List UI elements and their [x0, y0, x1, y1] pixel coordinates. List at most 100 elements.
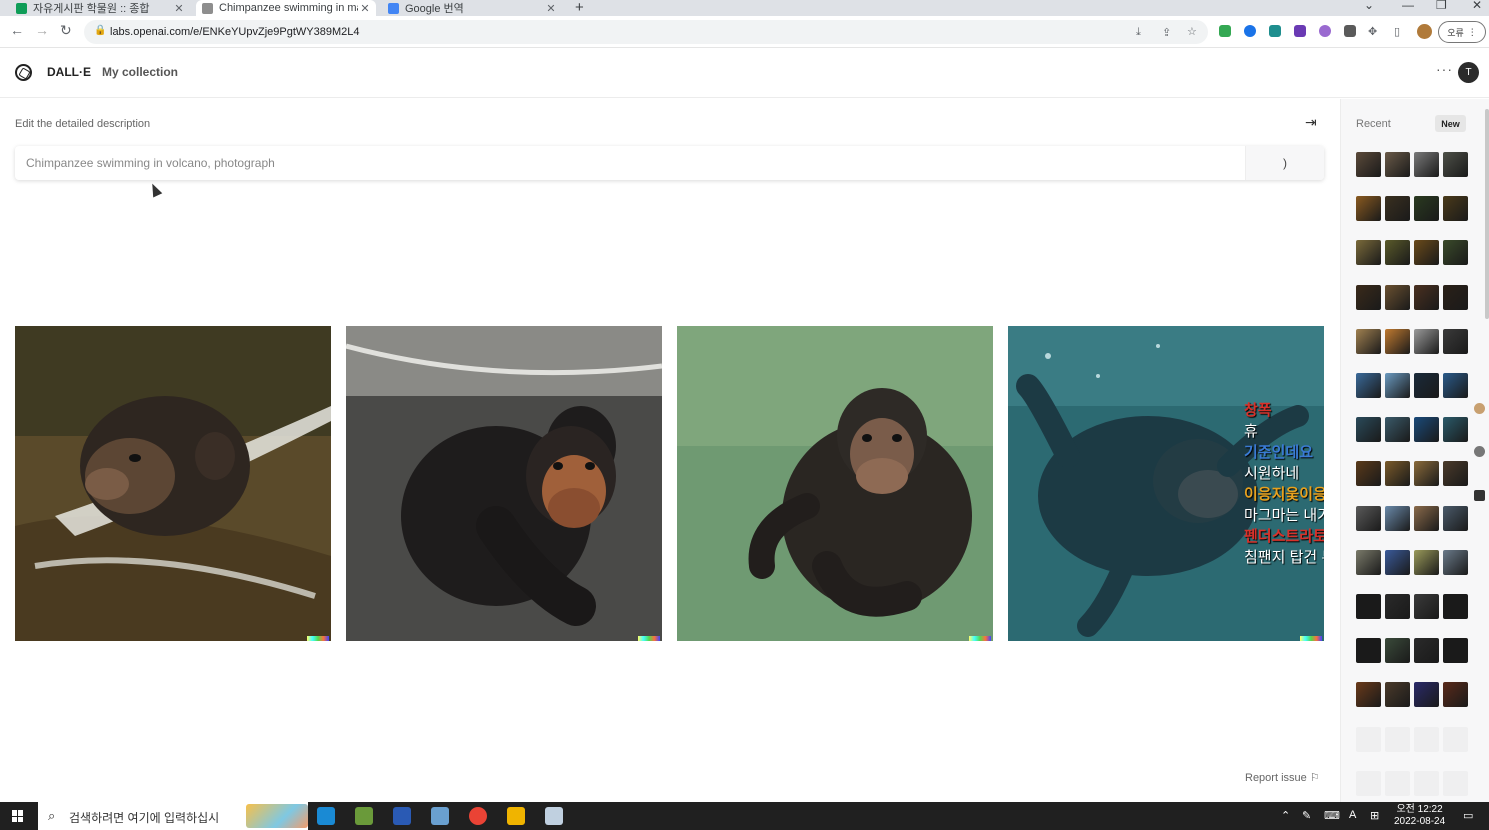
collapse-right-icon[interactable]: ⇥: [1305, 114, 1317, 131]
taskbar-search-box[interactable]: ⌕ 검색하려면 여기에 입력하십시: [38, 802, 308, 830]
recent-thumbnail[interactable]: [1356, 594, 1381, 619]
recent-thumbnail[interactable]: [1414, 196, 1439, 222]
install-icon[interactable]: ⤓: [1136, 26, 1141, 39]
recent-thumbnail[interactable]: [1356, 417, 1381, 443]
new-tab-button[interactable]: +: [575, 0, 584, 16]
recent-thumbnail[interactable]: [1356, 549, 1381, 575]
minimize-icon[interactable]: —: [1402, 0, 1414, 12]
result-image-1[interactable]: [15, 326, 331, 641]
recent-thumbnail[interactable]: [1385, 152, 1410, 177]
tray-overflow-icon[interactable]: ⌃: [1281, 809, 1290, 822]
profile-avatar-icon[interactable]: [1417, 24, 1432, 39]
result-image-2[interactable]: [346, 326, 662, 641]
result-image-4[interactable]: 창폭 휴 기준인데요 시원하네 이응지웆이응지웆 마그마는 내가 먹으러 펜더스…: [1008, 326, 1324, 641]
recent-thumbnail[interactable]: [1414, 284, 1439, 310]
share-icon[interactable]: ⇪: [1162, 26, 1171, 39]
side-panel-icon[interactable]: ▯: [1394, 25, 1400, 38]
recent-thumbnail[interactable]: [1385, 240, 1410, 266]
extension-icon[interactable]: [1244, 25, 1256, 37]
close-tab-icon[interactable]: ✕: [544, 2, 558, 15]
floating-widget-icon[interactable]: [1474, 446, 1485, 457]
address-bar[interactable]: 🔒 labs.openai.com/e/ENKeYUpvZje9PgtWY389…: [84, 20, 1208, 44]
ime-icon[interactable]: ⊞: [1370, 809, 1379, 822]
recent-thumbnail[interactable]: [1414, 505, 1439, 531]
recent-thumbnail[interactable]: [1443, 196, 1468, 222]
close-tab-icon[interactable]: ✕: [172, 2, 186, 15]
recent-thumbnail[interactable]: [1356, 240, 1381, 266]
extension-icon[interactable]: [1344, 25, 1356, 37]
recent-thumbnail[interactable]: [1385, 284, 1410, 310]
recent-thumbnail[interactable]: [1414, 373, 1439, 398]
recent-thumbnail[interactable]: [1356, 152, 1381, 177]
user-avatar[interactable]: T: [1458, 62, 1479, 83]
recent-thumbnail[interactable]: [1443, 284, 1468, 310]
extension-icon[interactable]: [1294, 25, 1306, 37]
floating-widget-icon[interactable]: [1474, 490, 1485, 501]
more-options-button[interactable]: ···: [1436, 61, 1453, 77]
recent-thumbnail[interactable]: [1385, 196, 1410, 222]
recent-thumbnail[interactable]: [1443, 549, 1468, 575]
result-image-3[interactable]: [677, 326, 993, 641]
input-mode-indicator[interactable]: A: [1349, 809, 1356, 821]
recent-thumbnail[interactable]: [1356, 284, 1381, 310]
recent-thumbnail[interactable]: [1356, 328, 1381, 354]
edge-app-icon[interactable]: [317, 807, 335, 825]
taskbar-clock[interactable]: 오전 12:22 2022-08-24: [1394, 804, 1445, 828]
close-tab-icon[interactable]: ✕: [358, 2, 372, 15]
recent-thumbnail[interactable]: [1443, 682, 1468, 708]
profile-error-button[interactable]: 오류 ⋮: [1438, 21, 1486, 43]
browser-tab-forum[interactable]: 자유게시판 학물원 :: 종합 ✕: [10, 0, 190, 16]
recent-thumbnail[interactable]: [1443, 373, 1468, 398]
bookmark-star-icon[interactable]: ☆: [1187, 25, 1197, 38]
recent-thumbnail[interactable]: [1414, 461, 1439, 487]
recent-thumbnail[interactable]: [1385, 373, 1410, 398]
recent-thumbnail[interactable]: [1356, 682, 1381, 708]
minecraft-app-icon[interactable]: [355, 807, 373, 825]
floating-widget-icon[interactable]: [1474, 403, 1485, 414]
openai-logo-icon[interactable]: [15, 64, 32, 81]
recent-thumbnail[interactable]: [1414, 417, 1439, 443]
recent-thumbnail[interactable]: [1356, 461, 1381, 487]
recent-thumbnail[interactable]: [1385, 417, 1410, 443]
browser-tab-translate[interactable]: Google 번역 ✕: [382, 0, 562, 16]
recent-thumbnail[interactable]: [1356, 638, 1381, 664]
reload-icon[interactable]: ↻: [60, 22, 72, 39]
recent-thumbnail[interactable]: [1414, 549, 1439, 575]
extension-icon[interactable]: [1269, 25, 1281, 37]
recent-thumbnail[interactable]: [1414, 594, 1439, 619]
recent-thumbnail[interactable]: [1414, 638, 1439, 664]
recent-thumbnail[interactable]: [1385, 594, 1410, 619]
recent-thumbnail[interactable]: [1443, 638, 1468, 664]
extension-icon[interactable]: [1319, 25, 1331, 37]
prompt-input[interactable]: [15, 146, 1245, 180]
recent-thumbnail[interactable]: [1443, 594, 1468, 619]
paint-app-icon[interactable]: [545, 807, 563, 825]
recent-thumbnail[interactable]: [1414, 152, 1439, 177]
recent-thumbnail[interactable]: [1385, 638, 1410, 664]
tab-search-icon[interactable]: ⌄: [1364, 0, 1374, 12]
recent-thumbnail[interactable]: [1443, 461, 1468, 487]
recent-thumbnail[interactable]: [1414, 240, 1439, 266]
recent-thumbnail[interactable]: [1443, 505, 1468, 531]
extension-icon[interactable]: [1219, 25, 1231, 37]
report-issue-link[interactable]: Report issue ⚐: [1245, 771, 1320, 784]
windows-start-icon[interactable]: [12, 810, 24, 822]
recent-thumbnail[interactable]: [1385, 505, 1410, 531]
recent-thumbnail[interactable]: [1414, 328, 1439, 354]
forward-icon[interactable]: →: [35, 22, 49, 38]
recent-thumbnail[interactable]: [1443, 240, 1468, 266]
keyboard-icon[interactable]: ⌨: [1324, 809, 1340, 822]
brand-title[interactable]: DALL·E: [47, 65, 91, 79]
sidebar-scrollbar[interactable]: [1485, 109, 1489, 319]
puzzle-icon[interactable]: ✥: [1368, 25, 1377, 38]
back-icon[interactable]: ←: [10, 22, 24, 38]
generate-button[interactable]: ): [1245, 146, 1324, 180]
pen-icon[interactable]: ✎: [1302, 809, 1311, 822]
restore-icon[interactable]: ❐: [1436, 0, 1447, 12]
vegas-app-icon[interactable]: [393, 807, 411, 825]
recent-thumbnail[interactable]: [1443, 328, 1468, 354]
recent-thumbnail[interactable]: [1385, 328, 1410, 354]
recent-thumbnail[interactable]: [1443, 152, 1468, 177]
recent-thumbnail[interactable]: [1385, 461, 1410, 487]
editor-app-icon[interactable]: [431, 807, 449, 825]
